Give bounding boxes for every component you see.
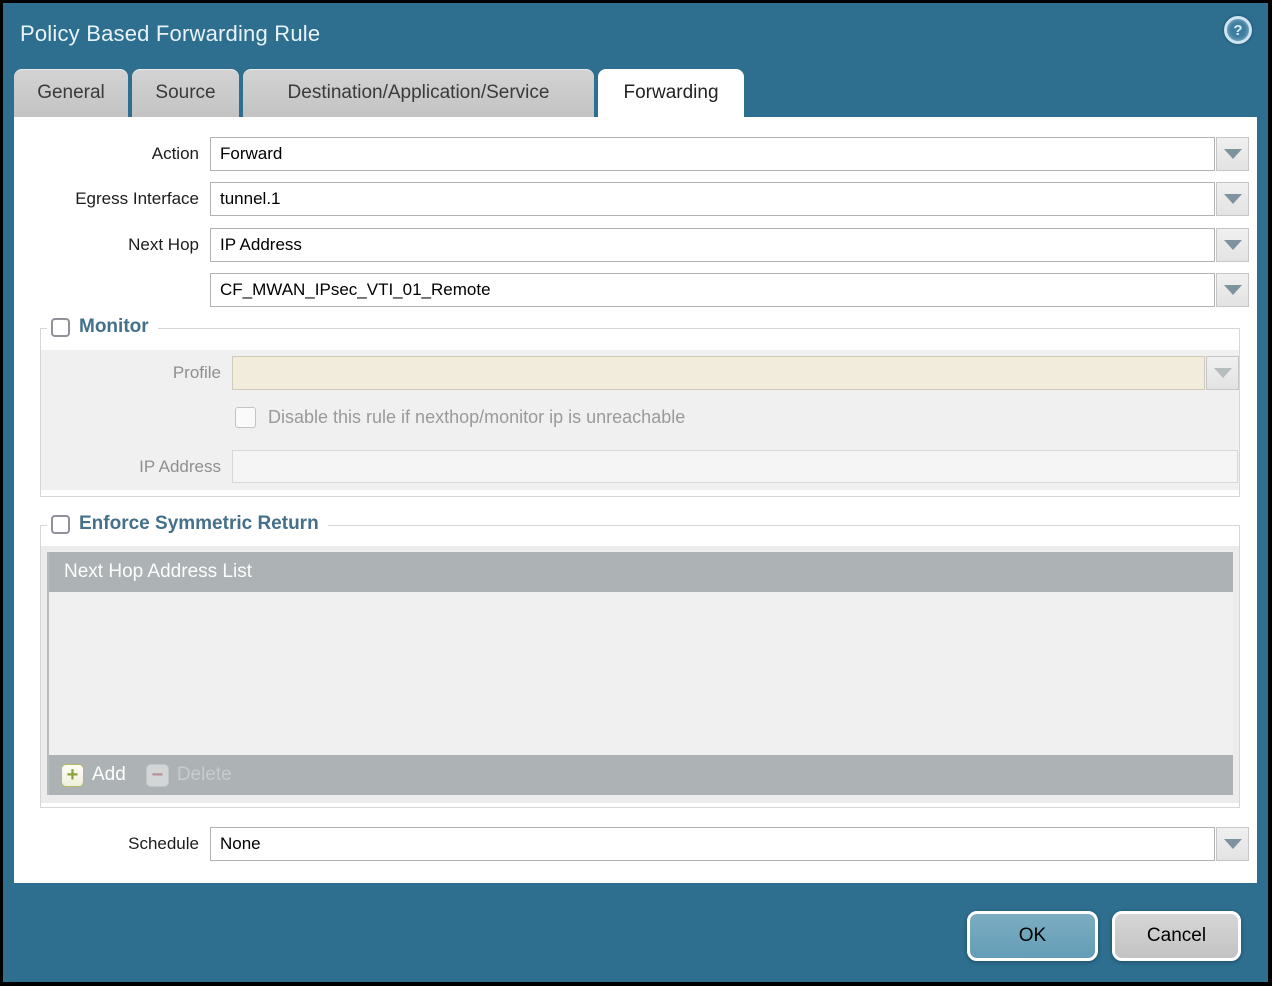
add-icon: + (61, 764, 84, 787)
tab-bar: General Source Destination/Application/S… (14, 69, 1257, 117)
monitor-ip-address-row: IP Address (41, 450, 1239, 483)
title-bar: Policy Based Forwarding Rule ? (3, 3, 1268, 67)
egress-interface-combo: tunnel.1 (210, 182, 1249, 216)
schedule-row: Schedule None (14, 827, 1249, 861)
forwarding-tab-panel: Action Forward Egress Interface tunnel.1… (14, 117, 1257, 883)
profile-label: Profile (41, 363, 232, 383)
next-hop-address-combo: CF_MWAN_IPsec_VTI_01_Remote (210, 273, 1249, 307)
egress-interface-label: Egress Interface (14, 189, 210, 209)
symmetric-return-legend: Enforce Symmetric Return (47, 513, 328, 535)
action-dropdown-button[interactable] (1216, 137, 1249, 171)
monitor-ip-address-value (232, 450, 1238, 483)
tab-general[interactable]: General (14, 69, 128, 117)
action-label: Action (14, 144, 210, 164)
action-row: Action Forward (14, 137, 1249, 171)
monitor-legend: Monitor (47, 316, 158, 338)
delete-button-label: Delete (177, 764, 232, 786)
delete-icon: − (146, 764, 169, 787)
chevron-down-icon (1224, 240, 1242, 250)
next-hop-address-row: CF_MWAN_IPsec_VTI_01_Remote (14, 273, 1249, 307)
help-icon[interactable]: ? (1224, 16, 1252, 44)
action-value[interactable]: Forward (210, 137, 1215, 171)
disable-rule-row: Disable this rule if nexthop/monitor ip … (41, 403, 1239, 431)
tab-destination-application-service[interactable]: Destination/Application/Service (243, 69, 594, 117)
egress-interface-value[interactable]: tunnel.1 (210, 182, 1215, 216)
monitor-panel: Profile Disable this rule if nexthop/mon… (41, 350, 1239, 490)
policy-based-forwarding-dialog: Policy Based Forwarding Rule ? General S… (3, 3, 1268, 982)
action-combo: Forward (210, 137, 1249, 171)
symmetric-return-legend-label: Enforce Symmetric Return (79, 513, 319, 535)
chevron-down-icon (1224, 285, 1242, 295)
next-hop-address-list-wrap: Next Hop Address List + Add − Delete (41, 546, 1239, 803)
add-button-label: Add (92, 764, 126, 786)
dialog-title: Policy Based Forwarding Rule (20, 21, 320, 47)
egress-interface-row: Egress Interface tunnel.1 (14, 182, 1249, 216)
next-hop-address-list-header: Next Hop Address List (49, 552, 1233, 592)
disable-rule-checkbox (235, 407, 256, 428)
next-hop-combo: IP Address (210, 228, 1249, 262)
profile-value (232, 356, 1205, 390)
cancel-button[interactable]: Cancel (1112, 911, 1241, 961)
add-button[interactable]: + Add (61, 764, 126, 787)
next-hop-address-list-body[interactable] (49, 592, 1233, 755)
egress-interface-dropdown-button[interactable] (1216, 182, 1249, 216)
chevron-down-icon (1224, 194, 1242, 204)
schedule-value[interactable]: None (210, 827, 1215, 861)
table-toolbar: + Add − Delete (49, 755, 1233, 795)
tab-source[interactable]: Source (132, 69, 239, 117)
profile-dropdown-button (1206, 356, 1239, 390)
monitor-ip-address-label: IP Address (41, 457, 232, 477)
next-hop-row: Next Hop IP Address (14, 228, 1249, 262)
schedule-label: Schedule (14, 834, 210, 854)
next-hop-address-list-table: Next Hop Address List + Add − Delete (47, 552, 1233, 795)
tab-forwarding[interactable]: Forwarding (598, 69, 744, 117)
symmetric-return-fieldset: Enforce Symmetric Return Next Hop Addres… (40, 525, 1240, 808)
disable-rule-label: Disable this rule if nexthop/monitor ip … (268, 407, 685, 428)
monitor-fieldset: Monitor Profile Disable this rule if nex… (40, 328, 1240, 497)
chevron-down-icon (1224, 839, 1242, 849)
next-hop-label: Next Hop (14, 235, 210, 255)
chevron-down-icon (1214, 368, 1232, 378)
enforce-symmetric-return-checkbox[interactable] (51, 515, 70, 534)
ok-button[interactable]: OK (967, 911, 1098, 961)
next-hop-address-dropdown-button[interactable] (1216, 273, 1249, 307)
chevron-down-icon (1224, 149, 1242, 159)
next-hop-address-value[interactable]: CF_MWAN_IPsec_VTI_01_Remote (210, 273, 1215, 307)
next-hop-dropdown-button[interactable] (1216, 228, 1249, 262)
profile-row: Profile (41, 356, 1239, 390)
monitor-checkbox[interactable] (51, 318, 70, 337)
monitor-legend-label: Monitor (79, 316, 149, 338)
schedule-combo: None (210, 827, 1249, 861)
delete-button: − Delete (146, 764, 232, 787)
schedule-dropdown-button[interactable] (1216, 827, 1249, 861)
next-hop-type-value[interactable]: IP Address (210, 228, 1215, 262)
